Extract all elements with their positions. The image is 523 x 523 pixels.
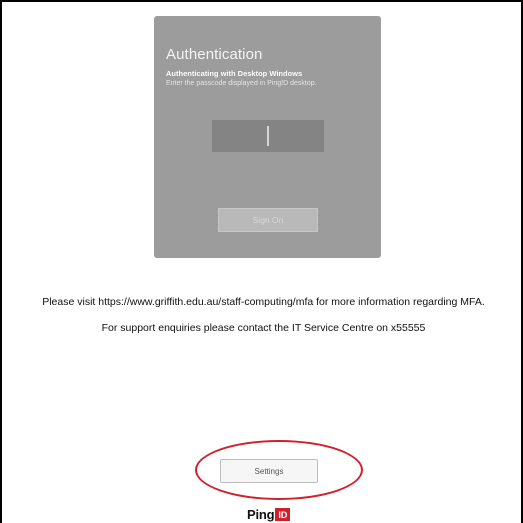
sign-on-button[interactable]: Sign On xyxy=(218,208,318,232)
support-info-text: For support enquiries please contact the… xyxy=(101,322,426,334)
page-frame: Authentication Authenticating with Deskt… xyxy=(0,0,523,523)
mfa-info-text: Please visit https://www.griffith.edu.au… xyxy=(42,296,485,308)
pingid-logo: Ping ID xyxy=(247,505,291,523)
text-cursor xyxy=(267,126,269,146)
settings-button[interactable]: Settings xyxy=(220,459,318,483)
authentication-card: Authentication Authenticating with Deskt… xyxy=(154,16,381,258)
auth-subtitle: Authenticating with Desktop Windows xyxy=(166,69,303,78)
logo-id-badge: ID xyxy=(275,507,291,521)
passcode-input[interactable] xyxy=(212,120,324,152)
auth-title: Authentication xyxy=(166,46,263,63)
logo-ping-text: Ping xyxy=(247,506,275,522)
auth-description: Enter the passcode displayed in PingID d… xyxy=(166,80,317,87)
